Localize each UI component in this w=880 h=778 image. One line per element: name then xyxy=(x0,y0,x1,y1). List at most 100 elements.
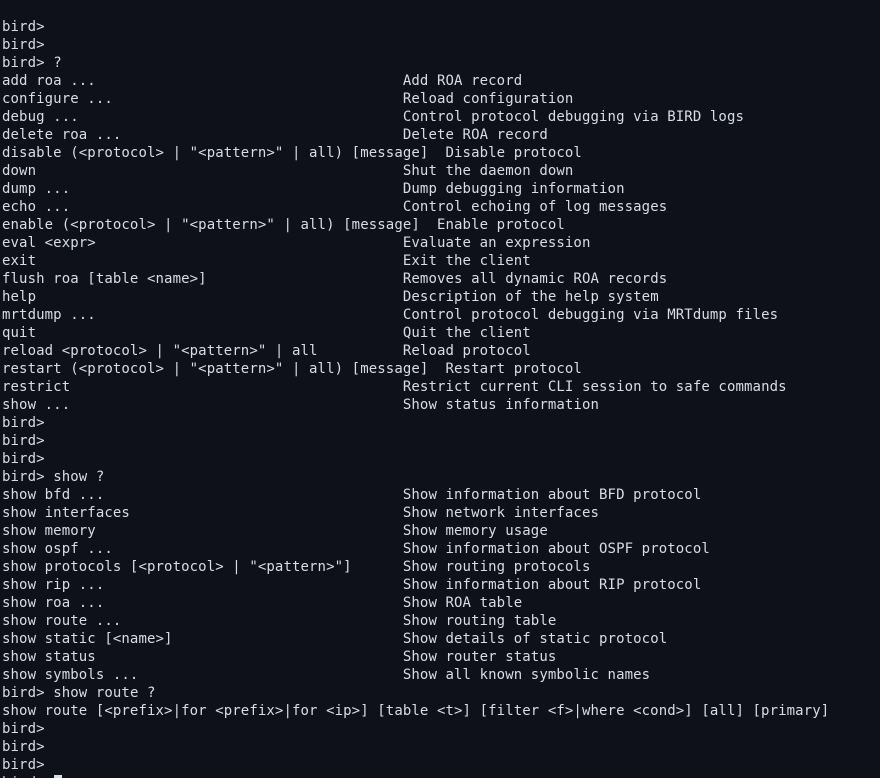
terminal-line: quit Quit the client xyxy=(2,324,878,342)
terminal-line: show ospf ... Show information about OSP… xyxy=(2,540,878,558)
help-command: reload <protocol> | "<pattern>" | all xyxy=(2,343,403,359)
terminal-line: flush roa [table <name>] Removes all dyn… xyxy=(2,270,878,288)
terminal-line: restart (<protocol> | "<pattern>" | all)… xyxy=(2,360,878,378)
help-command: eval <expr> xyxy=(2,235,403,251)
prompt: bird> xyxy=(2,55,53,71)
help-command: configure ... xyxy=(2,91,403,107)
terminal-line: show route [<prefix>|for <prefix>|for <i… xyxy=(2,702,878,720)
help-description: Restrict current CLI session to safe com… xyxy=(403,379,787,395)
prompt: bird> xyxy=(2,451,45,467)
help-command: restrict xyxy=(2,379,403,395)
terminal-line: configure ... Reload configuration xyxy=(2,90,878,108)
terminal-line: bird> show route ? xyxy=(2,684,878,702)
help-description: Quit the client xyxy=(403,325,531,341)
terminal-line: enable (<protocol> | "<pattern>" | all) … xyxy=(2,216,878,234)
help-row: show route [<prefix>|for <prefix>|for <i… xyxy=(2,703,829,719)
terminal-line: add roa ... Add ROA record xyxy=(2,72,878,90)
terminal-line: bird> xyxy=(2,738,878,756)
help-command: show memory xyxy=(2,523,403,539)
help-description: Show details of static protocol xyxy=(403,631,667,647)
help-command: help xyxy=(2,289,403,305)
terminal-line: bird> xyxy=(2,450,878,468)
help-command: flush roa [table <name>] xyxy=(2,271,403,287)
help-description: Show information about BFD protocol xyxy=(403,487,702,503)
terminal-line: disable (<protocol> | "<pattern>" | all)… xyxy=(2,144,878,162)
help-command: delete roa ... xyxy=(2,127,403,143)
help-command: show symbols ... xyxy=(2,667,403,683)
help-description: Add ROA record xyxy=(403,73,522,89)
help-description: Removes all dynamic ROA records xyxy=(403,271,667,287)
terminal-output[interactable]: bird>bird>bird> ?add roa ... Add ROA rec… xyxy=(0,14,880,778)
terminal-line: debug ... Control protocol debugging via… xyxy=(2,108,878,126)
terminal-line: bird> xyxy=(2,756,878,774)
help-description: Shut the daemon down xyxy=(403,163,574,179)
help-command: show ... xyxy=(2,397,403,413)
typed-command[interactable]: show ? xyxy=(53,469,104,485)
help-command: quit xyxy=(2,325,403,341)
terminal-line: show symbols ... Show all known symbolic… xyxy=(2,666,878,684)
prompt: bird> xyxy=(2,415,45,431)
terminal-line: mrtdump ... Control protocol debugging v… xyxy=(2,306,878,324)
terminal-line: show interfaces Show network interfaces xyxy=(2,504,878,522)
help-command: add roa ... xyxy=(2,73,403,89)
help-command: show protocols [<protocol> | "<pattern>"… xyxy=(2,559,403,575)
terminal-line: reload <protocol> | "<pattern>" | all Re… xyxy=(2,342,878,360)
terminal-line: bird> xyxy=(2,18,878,36)
help-command: debug ... xyxy=(2,109,403,125)
help-command: show static [<name>] xyxy=(2,631,403,647)
help-command: show ospf ... xyxy=(2,541,403,557)
terminal-line: eval <expr> Evaluate an expression xyxy=(2,234,878,252)
help-description: Show network interfaces xyxy=(403,505,599,521)
help-description: Evaluate an expression xyxy=(403,235,591,251)
terminal-line: show status Show router status xyxy=(2,648,878,666)
help-description: Reload protocol xyxy=(403,343,531,359)
prompt: bird> xyxy=(2,739,45,755)
help-row: restart (<protocol> | "<pattern>" | all)… xyxy=(2,361,582,377)
terminal-line: show rip ... Show information about RIP … xyxy=(2,576,878,594)
help-command: echo ... xyxy=(2,199,403,215)
terminal-line: bird> xyxy=(2,432,878,450)
terminal-line: show ... Show status information xyxy=(2,396,878,414)
terminal-line: show roa ... Show ROA table xyxy=(2,594,878,612)
help-row: enable (<protocol> | "<pattern>" | all) … xyxy=(2,217,565,233)
prompt: bird> xyxy=(2,19,45,35)
help-description: Show router status xyxy=(403,649,557,665)
prompt: bird> xyxy=(2,685,53,701)
help-description: Description of the help system xyxy=(403,289,659,305)
typed-command[interactable]: show route ? xyxy=(53,685,155,701)
prompt: bird> xyxy=(2,37,45,53)
prompt: bird> xyxy=(2,469,53,485)
help-description: Reload configuration xyxy=(403,91,574,107)
help-command: exit xyxy=(2,253,403,269)
help-command: mrtdump ... xyxy=(2,307,403,323)
help-row: disable (<protocol> | "<pattern>" | all)… xyxy=(2,145,582,161)
help-description: Exit the client xyxy=(403,253,531,269)
help-description: Show information about RIP protocol xyxy=(403,577,702,593)
terminal-line: delete roa ... Delete ROA record xyxy=(2,126,878,144)
terminal-line: bird> xyxy=(2,774,878,778)
terminal-line: echo ... Control echoing of log messages xyxy=(2,198,878,216)
terminal-line: bird> xyxy=(2,36,878,54)
terminal-line: show protocols [<protocol> | "<pattern>"… xyxy=(2,558,878,576)
help-description: Show all known symbolic names xyxy=(403,667,650,683)
help-description: Show information about OSPF protocol xyxy=(403,541,710,557)
help-description: Show ROA table xyxy=(403,595,522,611)
help-description: Show memory usage xyxy=(403,523,548,539)
terminal-line: bird> xyxy=(2,720,878,738)
terminal-line: show route ... Show routing table xyxy=(2,612,878,630)
terminal-line: bird> show ? xyxy=(2,468,878,486)
terminal-line: help Description of the help system xyxy=(2,288,878,306)
help-command: show roa ... xyxy=(2,595,403,611)
prompt: bird> xyxy=(2,433,45,449)
help-description: Control protocol debugging via MRTdump f… xyxy=(403,307,778,323)
help-command: dump ... xyxy=(2,181,403,197)
typed-command[interactable]: ? xyxy=(53,55,62,71)
terminal-line: show static [<name>] Show details of sta… xyxy=(2,630,878,648)
terminal-line: bird> xyxy=(2,414,878,432)
terminal-line: exit Exit the client xyxy=(2,252,878,270)
terminal-line: show bfd ... Show information about BFD … xyxy=(2,486,878,504)
help-description: Control echoing of log messages xyxy=(403,199,667,215)
prompt: bird> xyxy=(2,721,45,737)
help-command: show bfd ... xyxy=(2,487,403,503)
terminal-line: dump ... Dump debugging information xyxy=(2,180,878,198)
